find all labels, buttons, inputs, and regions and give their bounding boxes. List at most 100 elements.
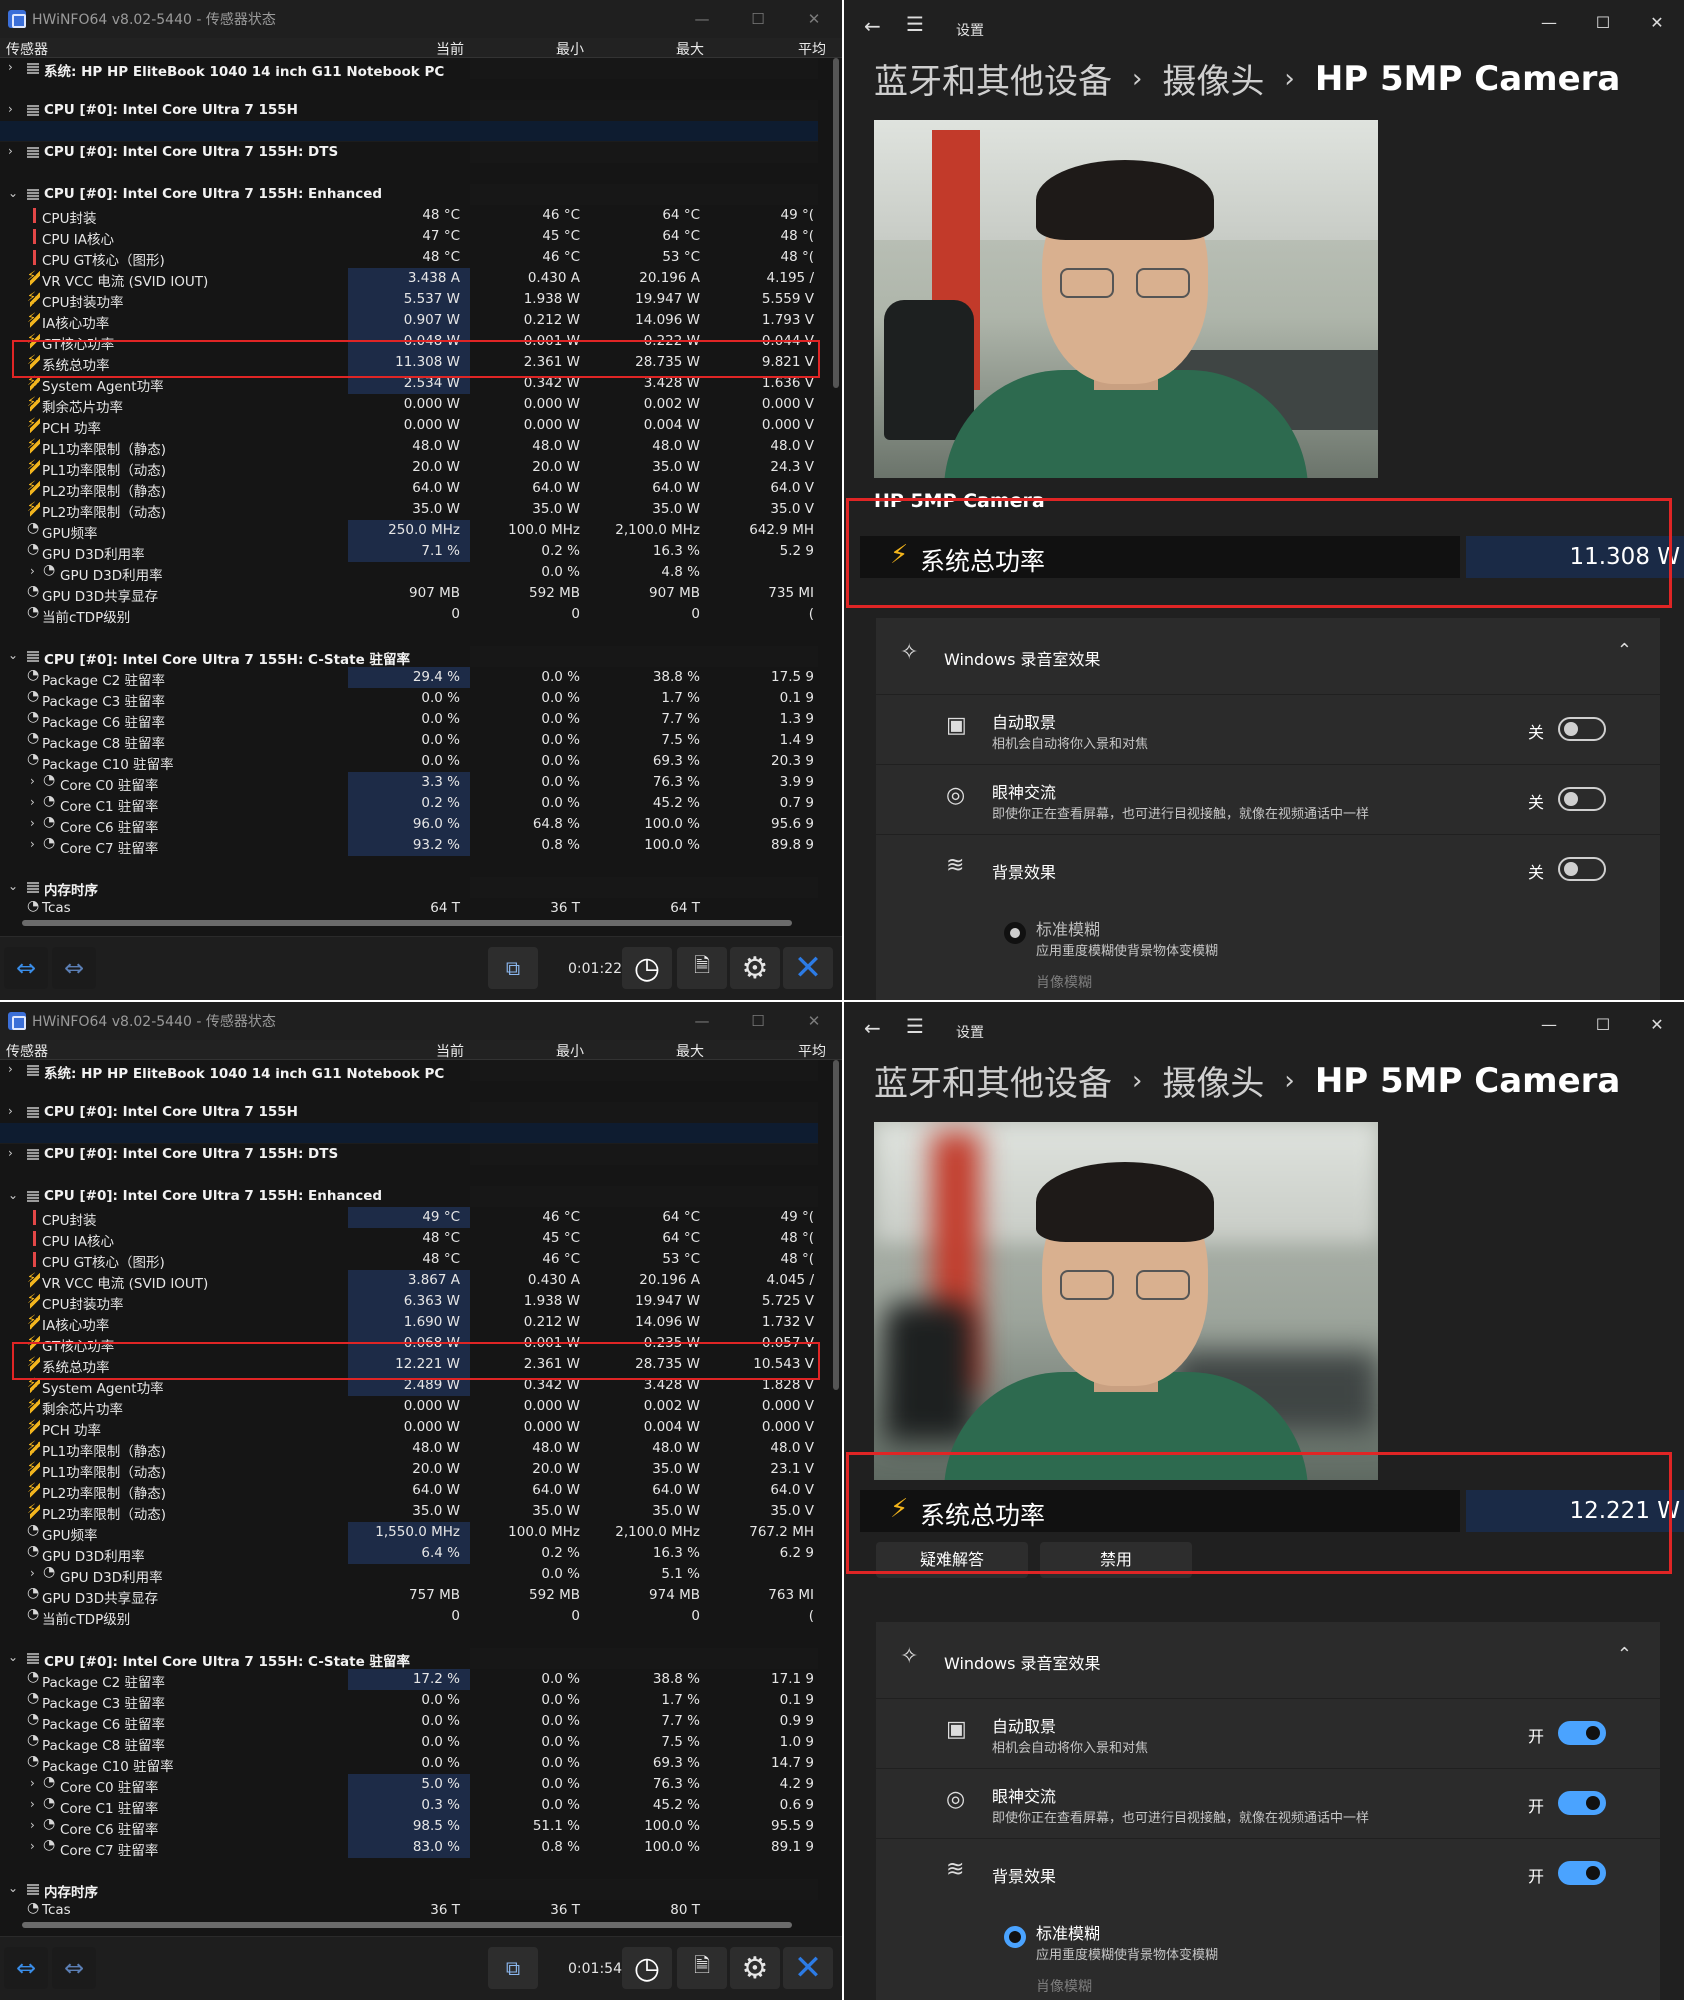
- close-icon[interactable]: ✕: [783, 947, 833, 989]
- hw-sensor-row[interactable]: GPU D3D共享显存 757 MB 592 MB 974 MB 763 MI: [0, 1585, 818, 1607]
- hamburger-menu-icon[interactable]: ☰: [906, 1014, 924, 1038]
- col-avg-header[interactable]: 平均: [798, 39, 826, 59]
- chevron-up-icon[interactable]: ⌃: [1617, 640, 1632, 661]
- hw-sensor-row[interactable]: PL2功率限制（静态) 64.0 W 64.0 W 64.0 W 64.0 V: [0, 478, 818, 500]
- hw-sensor-row[interactable]: VR VCC 电流 (SVID IOUT) 3.438 A 0.430 A 20.19…: [0, 268, 818, 290]
- clock-reset-icon[interactable]: ◷: [622, 1947, 672, 1989]
- hw-sensor-row[interactable]: CPU封装 49 °C 46 °C 64 °C 49 °(: [0, 1207, 818, 1229]
- chevron-right-icon[interactable]: ›: [8, 1104, 13, 1118]
- hw-sensor-row[interactable]: CPU GT核心（图形) 48 °C 46 °C 53 °C 48 °(: [0, 247, 818, 269]
- hw-sensor-group[interactable]: ⌄ 内存时序: [0, 1879, 818, 1901]
- settings-gear-icon[interactable]: ⚙: [730, 947, 780, 989]
- hw-sensor-row[interactable]: 剩余芯片功率 0.000 W 0.000 W 0.002 W 0.000 V: [0, 1396, 818, 1418]
- studio-option-auto-frame[interactable]: ▣ 自动取景 相机会自动将你入景和对焦 关: [876, 694, 1660, 762]
- hw-sensor-row[interactable]: CPU封装功率 5.537 W 1.938 W 19.947 W 5.559 V: [0, 289, 818, 311]
- chevron-down-icon[interactable]: ⌄: [8, 1881, 18, 1895]
- breadcrumb-cameras[interactable]: 摄像头: [1162, 1056, 1264, 1105]
- toggle-switch[interactable]: [1558, 1721, 1606, 1745]
- radio-portrait-blur-label[interactable]: 肖像模糊: [1036, 972, 1092, 992]
- hw-sensor-row[interactable]: PL2功率限制（静态) 64.0 W 64.0 W 64.0 W 64.0 V: [0, 1480, 818, 1502]
- hamburger-menu-icon[interactable]: ☰: [906, 12, 924, 36]
- breadcrumb-bluetooth-devices[interactable]: 蓝牙和其他设备: [874, 54, 1112, 103]
- hw-sensor-row[interactable]: Package C3 驻留率 0.0 % 0.0 % 1.7 % 0.1 9: [0, 688, 818, 710]
- chevron-right-icon[interactable]: ›: [8, 144, 13, 158]
- hw-sensor-group[interactable]: ⌄ CPU [#0]: Intel Core Ultra 7 155H: Enha…: [0, 1186, 818, 1207]
- chevron-right-icon[interactable]: ›: [8, 1146, 13, 1160]
- chevron-right-icon[interactable]: ›: [30, 774, 35, 788]
- hw-sensor-row[interactable]: CPU封装功率 6.363 W 1.938 W 19.947 W 5.725 V: [0, 1291, 818, 1313]
- radio-button[interactable]: [1004, 1926, 1026, 1948]
- horizontal-scrollbar[interactable]: [22, 920, 792, 926]
- hw-sensor-row[interactable]: Tcas 36 T 36 T 80 T: [0, 1900, 818, 1920]
- hw-sensor-row[interactable]: › Core C6 驻留率 98.5 % 51.1 % 100.0 % 95.5 9: [0, 1816, 818, 1838]
- minimize-button[interactable]: —: [674, 0, 730, 38]
- col-max-header[interactable]: 最大: [676, 1041, 704, 1061]
- studio-option-bg-effects[interactable]: ≋ 背景效果 开: [876, 1838, 1660, 1906]
- hw-sensor-group[interactable]: › CPU [#0]: Intel Core Ultra 7 155H: DTS: [0, 142, 818, 163]
- col-avg-header[interactable]: 平均: [798, 1041, 826, 1061]
- hw-selected-row[interactable]: [0, 1123, 818, 1144]
- maximize-button[interactable]: ☐: [1576, 0, 1630, 44]
- minimize-button[interactable]: —: [674, 1002, 730, 1040]
- hw-sensor-group[interactable]: ⌄ CPU [#0]: Intel Core Ultra 7 155H: C-St…: [0, 1648, 818, 1670]
- close-button[interactable]: ✕: [786, 0, 842, 38]
- hw-sensor-row[interactable]: › Core C0 驻留率 5.0 % 0.0 % 76.3 % 4.2 9: [0, 1774, 818, 1796]
- radio-standard-blur[interactable]: 标准模糊 应用重度模糊使背景物体变模糊: [876, 908, 1660, 968]
- hw-sensor-row[interactable]: Package C3 驻留率 0.0 % 0.0 % 1.7 % 0.1 9: [0, 1690, 818, 1712]
- chevron-right-icon[interactable]: ›: [8, 60, 13, 74]
- hw-selected-row[interactable]: [0, 121, 818, 142]
- expand-arrows-icon[interactable]: ⇔: [4, 1947, 48, 1989]
- breadcrumb-bluetooth-devices[interactable]: 蓝牙和其他设备: [874, 1056, 1112, 1105]
- radio-portrait-blur-label[interactable]: 肖像模糊: [1036, 1976, 1092, 1996]
- chevron-right-icon[interactable]: ›: [30, 837, 35, 851]
- col-min-header[interactable]: 最小: [556, 39, 584, 59]
- hw-sensor-row[interactable]: › Core C1 驻留率 0.3 % 0.0 % 45.2 % 0.6 9: [0, 1795, 818, 1817]
- chevron-right-icon[interactable]: ›: [30, 1776, 35, 1790]
- hw-sensor-row[interactable]: CPU GT核心（图形) 48 °C 46 °C 53 °C 48 °(: [0, 1249, 818, 1271]
- hw-sensor-row[interactable]: › Core C7 驻留率 93.2 % 0.8 % 100.0 % 89.8 9: [0, 835, 818, 857]
- maximize-button[interactable]: ☐: [730, 0, 786, 38]
- hw-sensor-row[interactable]: Package C10 驻留率 0.0 % 0.0 % 69.3 % 20.3 9: [0, 751, 818, 773]
- hw-sensor-group[interactable]: ⌄ CPU [#0]: Intel Core Ultra 7 155H: C-St…: [0, 646, 818, 668]
- hw-sensor-row[interactable]: 当前cTDP级别 0 0 0 (: [0, 604, 818, 626]
- studio-option-bg-effects[interactable]: ≋ 背景效果 关: [876, 834, 1660, 902]
- hw-sensor-row[interactable]: IA核心功率 0.907 W 0.212 W 14.096 W 1.793 V: [0, 310, 818, 332]
- studio-option-eye-contact[interactable]: ◎ 眼神交流 即使你正在查看屏幕，也可进行目视接触，就像在视频通话中一样 开: [876, 1768, 1660, 1836]
- col-min-header[interactable]: 最小: [556, 1041, 584, 1061]
- hw-sensor-row[interactable]: Package C2 驻留率 29.4 % 0.0 % 38.8 % 17.5 9: [0, 667, 818, 689]
- chevron-down-icon[interactable]: ⌄: [8, 186, 18, 200]
- col-sensor-header[interactable]: 传感器: [6, 1041, 48, 1061]
- chevron-right-icon[interactable]: ›: [8, 102, 13, 116]
- hw-sensor-row[interactable]: PL1功率限制（动态) 20.0 W 20.0 W 35.0 W 23.1 V: [0, 1459, 818, 1481]
- hw-sensor-row[interactable]: GPU D3D共享显存 907 MB 592 MB 907 MB 735 MI: [0, 583, 818, 605]
- hw-sensor-row[interactable]: Package C10 驻留率 0.0 % 0.0 % 69.3 % 14.7 9: [0, 1753, 818, 1775]
- chevron-down-icon[interactable]: ⌄: [8, 648, 18, 662]
- chevron-right-icon[interactable]: ›: [30, 816, 35, 830]
- toggle-switch[interactable]: [1558, 1791, 1606, 1815]
- col-current-header[interactable]: 当前: [436, 1041, 464, 1061]
- hw-sensor-row[interactable]: CPU IA核心 47 °C 45 °C 64 °C 48 °(: [0, 226, 818, 248]
- back-arrow-icon[interactable]: ←: [864, 14, 881, 38]
- chevron-right-icon[interactable]: ›: [30, 1839, 35, 1853]
- close-button[interactable]: ✕: [1630, 1002, 1684, 1046]
- vertical-scrollbar[interactable]: [833, 1060, 839, 1390]
- maximize-button[interactable]: ☐: [730, 1002, 786, 1040]
- hw-sensor-row[interactable]: › Core C6 驻留率 96.0 % 64.8 % 100.0 % 95.6 9: [0, 814, 818, 836]
- hw-sensor-row[interactable]: PL2功率限制（动态) 35.0 W 35.0 W 35.0 W 35.0 V: [0, 499, 818, 521]
- col-sensor-header[interactable]: 传感器: [6, 39, 48, 59]
- hw-sensor-row[interactable]: 剩余芯片功率 0.000 W 0.000 W 0.002 W 0.000 V: [0, 394, 818, 416]
- hw-sensor-row[interactable]: 当前cTDP级别 0 0 0 (: [0, 1606, 818, 1628]
- hw-sensor-row[interactable]: PL2功率限制（动态) 35.0 W 35.0 W 35.0 W 35.0 V: [0, 1501, 818, 1523]
- hw-sensor-group[interactable]: ⌄ CPU [#0]: Intel Core Ultra 7 155H: Enha…: [0, 184, 818, 205]
- hw-sensor-row[interactable]: › GPU D3D利用率 0.0 % 4.8 %: [0, 562, 818, 584]
- hw-sensor-row[interactable]: Package C8 驻留率 0.0 % 0.0 % 7.5 % 1.0 9: [0, 1732, 818, 1754]
- toggle-switch[interactable]: [1558, 787, 1606, 811]
- collapse-arrows-icon[interactable]: ⇔: [52, 947, 96, 989]
- hw-sensor-row[interactable]: Package C8 驻留率 0.0 % 0.0 % 7.5 % 1.4 9: [0, 730, 818, 752]
- chevron-down-icon[interactable]: ⌄: [8, 1188, 18, 1202]
- settings-gear-icon[interactable]: ⚙: [730, 1947, 780, 1989]
- hw-sensor-row[interactable]: › Core C0 驻留率 3.3 % 0.0 % 76.3 % 3.9 9: [0, 772, 818, 794]
- studio-option-auto-frame[interactable]: ▣ 自动取景 相机会自动将你入景和对焦 开: [876, 1698, 1660, 1766]
- hw-sensor-row[interactable]: PL1功率限制（动态) 20.0 W 20.0 W 35.0 W 24.3 V: [0, 457, 818, 479]
- chevron-right-icon[interactable]: ›: [8, 1062, 13, 1076]
